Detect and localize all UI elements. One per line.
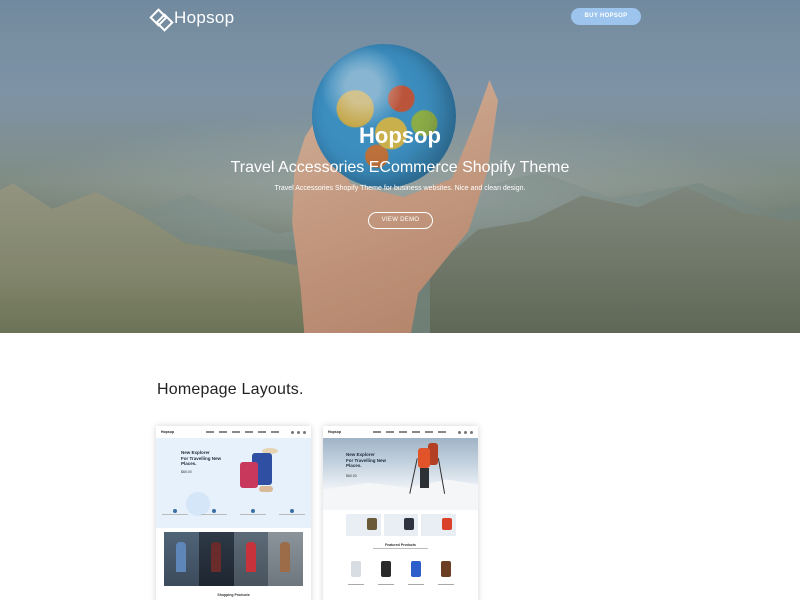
preview-nav: Hopsop [156, 426, 311, 438]
hero-subtitle: Travel Accessories ECommerce Shopify The… [230, 159, 570, 176]
red-luggage-image [240, 462, 258, 488]
hiker-legs [420, 468, 429, 488]
hiker-image [418, 448, 430, 468]
model-figure [280, 542, 290, 572]
preview-section-label: Featured Products [385, 543, 416, 547]
preview-nav-icons [291, 430, 306, 434]
preview-headline: New Explorer For Travelling New Places. [181, 450, 222, 466]
preview-headline: New Explorer For Travelling New Places. [346, 452, 387, 468]
model-figure [176, 542, 186, 572]
preview-price: $60.00 [181, 470, 192, 474]
preview-price: $60.00 [346, 474, 357, 478]
preview-section-label: Shopping Products [217, 593, 250, 597]
preview-promo-tiles [346, 514, 457, 536]
section-title: Homepage Layouts. [157, 381, 304, 398]
preview-logo: Hopsop [328, 430, 342, 434]
logo-icon [152, 10, 168, 26]
preview-features [156, 506, 311, 526]
model-figure [246, 542, 256, 572]
preview-section-underline [373, 548, 428, 549]
layout-preview-card-1[interactable]: Hopsop New Explorer For Travelling New P… [156, 426, 311, 600]
buy-hopsop-button[interactable]: BUY HOPSOP [571, 8, 641, 25]
shoes-image [259, 486, 273, 492]
site-logo[interactable]: Hopsop [152, 8, 234, 28]
preview-nav-links [193, 431, 291, 433]
view-demo-button[interactable]: VIEW DEMO [368, 212, 433, 229]
preview-nav: Hopsop [323, 426, 478, 438]
logo-text: Hopsop [174, 8, 235, 27]
layout-preview-card-2[interactable]: Hopsop New Explorer For Travelling New P… [323, 426, 478, 600]
preview-nav-links [360, 431, 458, 433]
preview-product-list [346, 559, 456, 585]
preview-logo: Hopsop [161, 430, 175, 434]
hero-banner: Hopsop BUY HOPSOP Hopsop Travel Accessor… [0, 0, 800, 333]
hero-description: Travel Accessories Shopify Theme for bus… [274, 185, 526, 192]
hero-title: Hopsop [359, 123, 441, 148]
model-figure [211, 542, 221, 572]
preview-nav-icons [458, 430, 473, 434]
